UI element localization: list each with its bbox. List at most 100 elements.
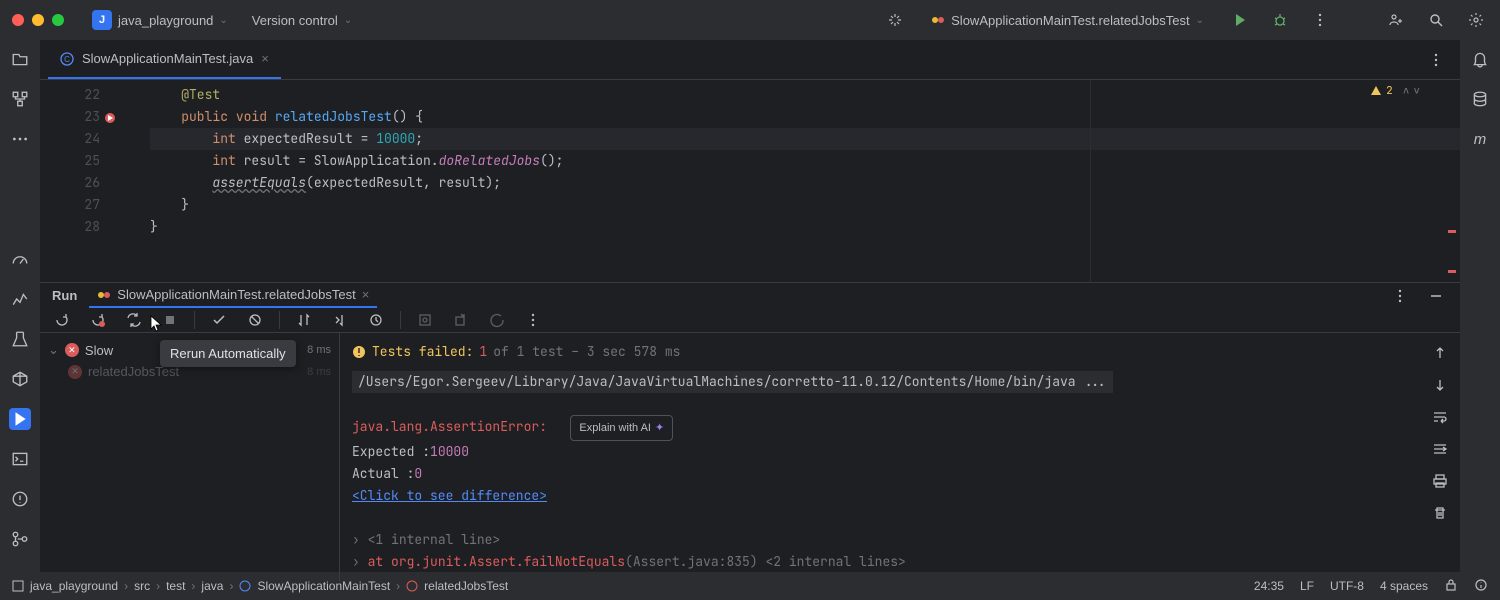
run-tab-label: SlowApplicationMainTest.relatedJobsTest — [117, 287, 355, 302]
rerun-button[interactable] — [50, 308, 74, 332]
scroll-to-end-icon[interactable] — [1428, 437, 1452, 461]
line-number: 27 — [40, 194, 100, 216]
editor-tab[interactable]: C SlowApplicationMainTest.java × — [48, 40, 281, 79]
debug-button[interactable] — [1268, 8, 1292, 32]
cursor-position[interactable]: 24:35 — [1254, 579, 1284, 593]
build-tool-icon[interactable] — [9, 328, 31, 350]
nav-down-icon[interactable]: ∨ — [1413, 84, 1420, 98]
vcs-tool-icon[interactable] — [9, 528, 31, 550]
run-tab[interactable]: SlowApplicationMainTest.relatedJobsTest … — [89, 283, 377, 308]
explain-with-ai-button[interactable]: Explain with AI ✦ — [570, 415, 673, 441]
chevron-down-icon: ⌄ — [219, 15, 227, 26]
problems-tool-icon[interactable] — [9, 488, 31, 510]
nav-up-icon[interactable]: ∧ — [1403, 84, 1410, 98]
profiler-tool-icon[interactable] — [9, 288, 31, 310]
class-icon — [239, 580, 251, 592]
crumb-separator: › — [396, 579, 400, 593]
crumb[interactable]: src — [134, 579, 150, 593]
test-console[interactable]: Tests failed: 1 of 1 test – 3 sec 578 ms… — [340, 333, 1460, 581]
services-tool-icon[interactable] — [9, 368, 31, 390]
project-badge: J — [92, 10, 112, 30]
tree-duration: 8 ms — [307, 344, 331, 356]
run-configuration-selector[interactable]: SlowApplicationMainTest.relatedJobsTest … — [923, 9, 1212, 32]
stack-location[interactable]: (Assert.java:835) — [625, 553, 758, 570]
meter-tool-icon[interactable] — [9, 248, 31, 270]
notifications-icon[interactable] — [1469, 48, 1491, 70]
scroll-down-icon[interactable] — [1428, 373, 1452, 397]
export-button[interactable] — [449, 308, 473, 332]
error-stripe[interactable] — [1448, 230, 1456, 233]
crumb[interactable]: SlowApplicationMainTest — [257, 579, 390, 593]
more-tool-icon[interactable] — [9, 128, 31, 150]
folded-line[interactable]: <2 internal lines> — [758, 553, 906, 570]
sparkle-icon: ✦ — [655, 417, 664, 439]
chevron-down-icon[interactable]: ⌄ — [48, 342, 59, 358]
rerun-auto-button[interactable] — [122, 308, 146, 332]
sort-button[interactable] — [292, 308, 316, 332]
see-difference-link[interactable]: <Click to see difference> — [352, 487, 547, 504]
test-tree[interactable]: ⌄ ✕ Slow 8 ms ✕ relatedJobsTest 8 ms — [40, 333, 340, 581]
crumb[interactable]: java — [201, 579, 223, 593]
crumb[interactable]: relatedJobsTest — [424, 579, 508, 593]
chevron-down-icon: ⌄ — [1196, 15, 1204, 26]
run-toolbar: Rerun Automatically — [40, 308, 1460, 333]
title-bar: J java_playground ⌄ Version control ⌄ Sl… — [0, 0, 1500, 40]
tab-options-icon[interactable] — [1424, 48, 1448, 72]
code-body[interactable]: @Test public void relatedJobsTest() { in… — [120, 80, 1460, 282]
database-tool-icon[interactable] — [1469, 88, 1491, 110]
error-stripe[interactable] — [1448, 270, 1456, 273]
expand-all-button[interactable] — [328, 308, 352, 332]
run-button[interactable] — [1228, 8, 1252, 32]
import-button[interactable] — [413, 308, 437, 332]
status-info-icon[interactable] — [1474, 578, 1488, 595]
code-with-me-icon[interactable] — [1384, 8, 1408, 32]
line-separator[interactable]: LF — [1300, 579, 1314, 593]
test-history-button[interactable] — [364, 308, 388, 332]
more-toolbar-icon[interactable] — [521, 308, 545, 332]
terminal-tool-icon[interactable] — [9, 448, 31, 470]
settings-icon[interactable] — [1464, 8, 1488, 32]
indent-setting[interactable]: 4 spaces — [1380, 579, 1428, 593]
more-actions-button[interactable] — [1308, 8, 1332, 32]
hide-panel-icon[interactable] — [1424, 284, 1448, 308]
version-control-menu[interactable]: Version control ⌄ — [244, 9, 360, 32]
window-controls — [12, 14, 64, 26]
gutter: 22 23 24 25 26 27 28 — [40, 80, 120, 282]
folded-line[interactable]: <1 internal line> — [368, 531, 501, 548]
print-icon[interactable] — [1428, 469, 1452, 493]
file-encoding[interactable]: UTF-8 — [1330, 579, 1364, 593]
panel-options-icon[interactable] — [1388, 284, 1412, 308]
maven-tool-icon[interactable]: m — [1469, 128, 1491, 150]
minimize-window-button[interactable] — [32, 14, 44, 26]
structure-tool-icon[interactable] — [9, 88, 31, 110]
run-gutter-icon[interactable] — [104, 109, 116, 131]
fold-toggle-icon[interactable]: › — [352, 531, 360, 548]
scroll-up-icon[interactable] — [1428, 341, 1452, 365]
layout-button[interactable] — [485, 308, 509, 332]
close-tab-icon[interactable]: × — [362, 287, 370, 302]
stack-prefix: at — [368, 553, 391, 570]
project-selector[interactable]: J java_playground ⌄ — [84, 6, 236, 34]
maximize-window-button[interactable] — [52, 14, 64, 26]
clear-icon[interactable] — [1428, 501, 1452, 525]
breadcrumb[interactable]: java_playground › src › test › java › Sl… — [12, 579, 508, 593]
search-everywhere-icon[interactable] — [1424, 8, 1448, 32]
soft-wrap-icon[interactable] — [1428, 405, 1452, 429]
crumb[interactable]: test — [166, 579, 185, 593]
test-config-icon — [97, 288, 111, 302]
close-tab-icon[interactable]: × — [261, 51, 269, 66]
run-tool-icon[interactable] — [9, 408, 31, 430]
project-tool-icon[interactable] — [9, 48, 31, 70]
close-window-button[interactable] — [12, 14, 24, 26]
code-editor[interactable]: 2 ∧ ∨ 22 23 24 25 26 27 28 @Test public … — [40, 80, 1460, 282]
crumb[interactable]: java_playground — [30, 579, 118, 593]
inspection-widget[interactable]: 2 ∧ ∨ — [1370, 84, 1420, 98]
show-passed-toggle[interactable] — [207, 308, 231, 332]
show-ignored-toggle[interactable] — [243, 308, 267, 332]
command-line: /Users/Egor.Sergeev/Library/Java/JavaVir… — [352, 371, 1113, 393]
method-icon — [406, 580, 418, 592]
fold-toggle-icon[interactable]: › — [352, 553, 360, 570]
rerun-failed-button[interactable] — [86, 308, 110, 332]
ai-assistant-icon[interactable] — [883, 8, 907, 32]
crumb-separator: › — [229, 579, 233, 593]
